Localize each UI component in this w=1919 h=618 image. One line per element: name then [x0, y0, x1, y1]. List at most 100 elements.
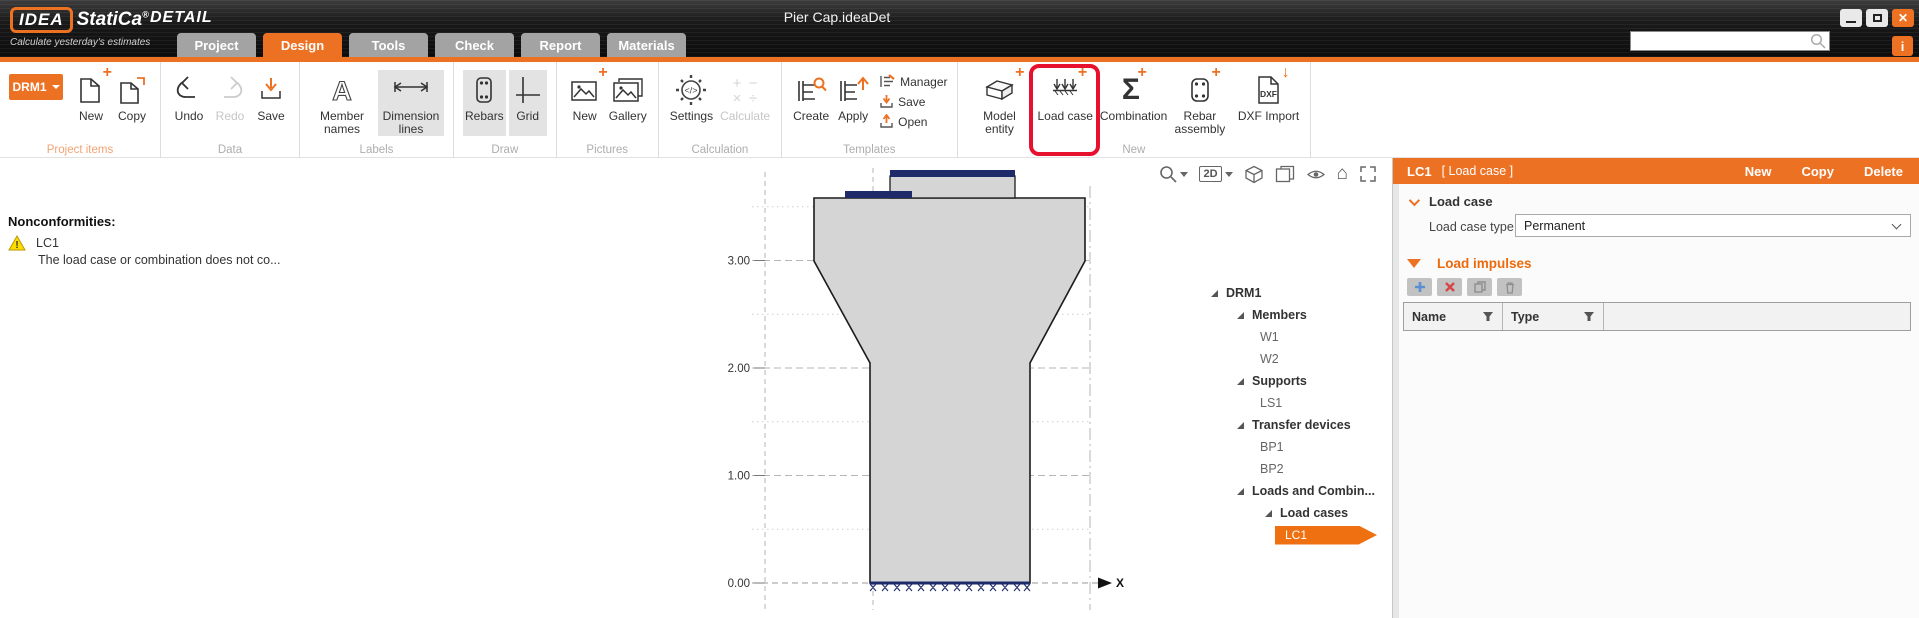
- template-open-button[interactable]: Open: [879, 113, 947, 130]
- tree-item-loads-combinations[interactable]: Loads and Combin...: [1205, 480, 1385, 502]
- panel-delete-button[interactable]: Delete: [1864, 164, 1903, 179]
- tree-item-members[interactable]: Members: [1205, 304, 1385, 326]
- tree-item-w1[interactable]: W1: [1205, 326, 1385, 348]
- tab-project[interactable]: Project: [177, 33, 256, 57]
- search-input[interactable]: [1631, 33, 1810, 49]
- group-label-new: New: [958, 144, 1311, 156]
- undo-button[interactable]: Undo: [170, 70, 208, 136]
- template-manager-button[interactable]: Manager: [879, 73, 947, 90]
- panel-new-button[interactable]: New: [1745, 164, 1772, 179]
- column-header-name[interactable]: Name: [1404, 303, 1503, 330]
- tab-report[interactable]: Report: [521, 33, 600, 57]
- column-header-empty: [1604, 303, 1910, 330]
- model-entity-button[interactable]: + Model entity: [967, 70, 1033, 136]
- tab-materials[interactable]: Materials: [607, 33, 686, 57]
- properties-panel: LC1 [ Load case ] New Copy Delete Load c…: [1392, 158, 1919, 618]
- home-icon: ⌂: [1337, 165, 1348, 183]
- view-3d-cube-button[interactable]: [1244, 165, 1264, 184]
- load-case-type-select[interactable]: Permanent: [1515, 214, 1911, 237]
- minimize-button[interactable]: [1840, 9, 1862, 27]
- load-case-icon: +: [1050, 70, 1080, 110]
- rebars-toggle[interactable]: Rebars: [463, 70, 506, 136]
- gallery-button[interactable]: Gallery: [607, 70, 649, 136]
- home-view-button[interactable]: ⌂: [1337, 165, 1348, 183]
- axis-tick-2: 2.00: [728, 363, 750, 375]
- apply-template-button[interactable]: Apply: [834, 70, 872, 136]
- combination-button[interactable]: Σ + Combination: [1098, 70, 1164, 136]
- settings-button[interactable]: </> Settings: [668, 70, 715, 136]
- add-impulse-button[interactable]: [1407, 278, 1432, 296]
- panel-collapse-strip[interactable]: [1393, 184, 1399, 618]
- filter-funnel-icon[interactable]: [1583, 311, 1595, 322]
- tab-tools[interactable]: Tools: [349, 33, 428, 57]
- tree-item-bp2[interactable]: BP2: [1205, 458, 1385, 480]
- tree-expand-icon[interactable]: [1237, 488, 1244, 495]
- grid-toggle[interactable]: Grid: [509, 70, 547, 136]
- load-impulses-section-header[interactable]: Load impulses: [1407, 256, 1532, 271]
- drawing-canvas[interactable]: Nonconformities: ! LC1 The load case or …: [0, 158, 1389, 618]
- view-2d-button[interactable]: 2D: [1199, 166, 1232, 182]
- info-button[interactable]: i: [1892, 36, 1913, 56]
- column-header-type[interactable]: Type: [1503, 303, 1604, 330]
- save-button[interactable]: Save: [252, 70, 290, 136]
- dimension-lines-toggle[interactable]: Dimension lines: [378, 70, 444, 136]
- tree-expand-icon[interactable]: [1237, 378, 1244, 385]
- support-hatch: [870, 584, 1030, 591]
- load-case-button[interactable]: + Load case: [1036, 70, 1095, 136]
- tab-check[interactable]: Check: [435, 33, 514, 57]
- arrow-down-icon: ↓: [1282, 66, 1290, 80]
- tree-expand-icon[interactable]: [1237, 422, 1244, 429]
- calculate-button[interactable]: +−×÷ Calculate: [718, 70, 772, 136]
- chevron-down-icon: [1180, 172, 1188, 177]
- redo-button[interactable]: Redo: [211, 70, 249, 136]
- dxf-file-icon: DXF ↓: [1255, 70, 1283, 110]
- tree-item-drm1[interactable]: DRM1: [1205, 282, 1385, 304]
- tree-expand-icon[interactable]: [1237, 312, 1244, 319]
- group-draw: Rebars Grid Draw: [454, 62, 557, 158]
- letter-a-icon: A: [327, 70, 357, 110]
- remove-impulse-button[interactable]: [1437, 278, 1462, 296]
- tree-item-ls1[interactable]: LS1: [1205, 392, 1385, 414]
- create-template-button[interactable]: Create: [791, 70, 831, 136]
- tree-expand-icon[interactable]: [1211, 290, 1218, 297]
- template-save-button[interactable]: Save: [879, 93, 947, 110]
- tree-expand-icon[interactable]: [1265, 510, 1272, 517]
- delete-impulse-button[interactable]: [1497, 278, 1522, 296]
- panel-header: LC1 [ Load case ] New Copy Delete: [1393, 158, 1919, 184]
- bearing-plate-bp2: [890, 170, 1015, 177]
- x-axis-label: X: [1116, 576, 1124, 590]
- tree-item-bp1[interactable]: BP1: [1205, 436, 1385, 458]
- tree-item-lc1[interactable]: LC1: [1205, 524, 1385, 546]
- fit-view-button[interactable]: [1359, 165, 1377, 183]
- project-item-selector[interactable]: DRM1: [9, 74, 63, 100]
- duplicate-impulse-button[interactable]: [1467, 278, 1492, 296]
- group-data: Undo Redo Save Data: [161, 62, 300, 158]
- new-project-item-button[interactable]: + New: [72, 70, 110, 136]
- tree-item-w2[interactable]: W2: [1205, 348, 1385, 370]
- tree-item-supports[interactable]: Supports: [1205, 370, 1385, 392]
- presentation-button[interactable]: [1306, 167, 1326, 182]
- nonconformity-id[interactable]: LC1: [36, 236, 59, 250]
- search-box[interactable]: [1630, 31, 1830, 51]
- close-button[interactable]: ✕: [1892, 9, 1914, 27]
- tree-item-lc1-selected[interactable]: LC1: [1275, 526, 1377, 545]
- template-small-buttons: Manager Save Open: [879, 70, 947, 130]
- new-picture-button[interactable]: + New: [566, 70, 604, 136]
- model-entity-icon: +: [982, 70, 1018, 110]
- dxf-import-button[interactable]: DXF ↓ DXF Import: [1236, 70, 1301, 136]
- panel-copy-button[interactable]: Copy: [1801, 164, 1834, 179]
- tree-item-transfer-devices[interactable]: Transfer devices: [1205, 414, 1385, 436]
- member-names-toggle[interactable]: A Member names: [309, 70, 375, 136]
- layers-button[interactable]: [1275, 165, 1295, 183]
- filter-funnel-icon[interactable]: [1482, 311, 1494, 322]
- calculate-icon: +−×÷: [728, 70, 762, 110]
- maximize-button[interactable]: [1866, 9, 1888, 27]
- x-axis-arrow: [1098, 578, 1112, 589]
- apply-template-icon: [836, 70, 870, 110]
- load-case-section-header[interactable]: Load case: [1409, 194, 1493, 209]
- ribbon-tabs: Project Design Tools Check Report Materi…: [177, 33, 686, 57]
- tab-design[interactable]: Design: [263, 33, 342, 57]
- rebar-assembly-button[interactable]: + Rebar assembly: [1167, 70, 1233, 136]
- copy-project-item-button[interactable]: Copy: [113, 70, 151, 136]
- tree-item-load-cases[interactable]: Load cases: [1205, 502, 1385, 524]
